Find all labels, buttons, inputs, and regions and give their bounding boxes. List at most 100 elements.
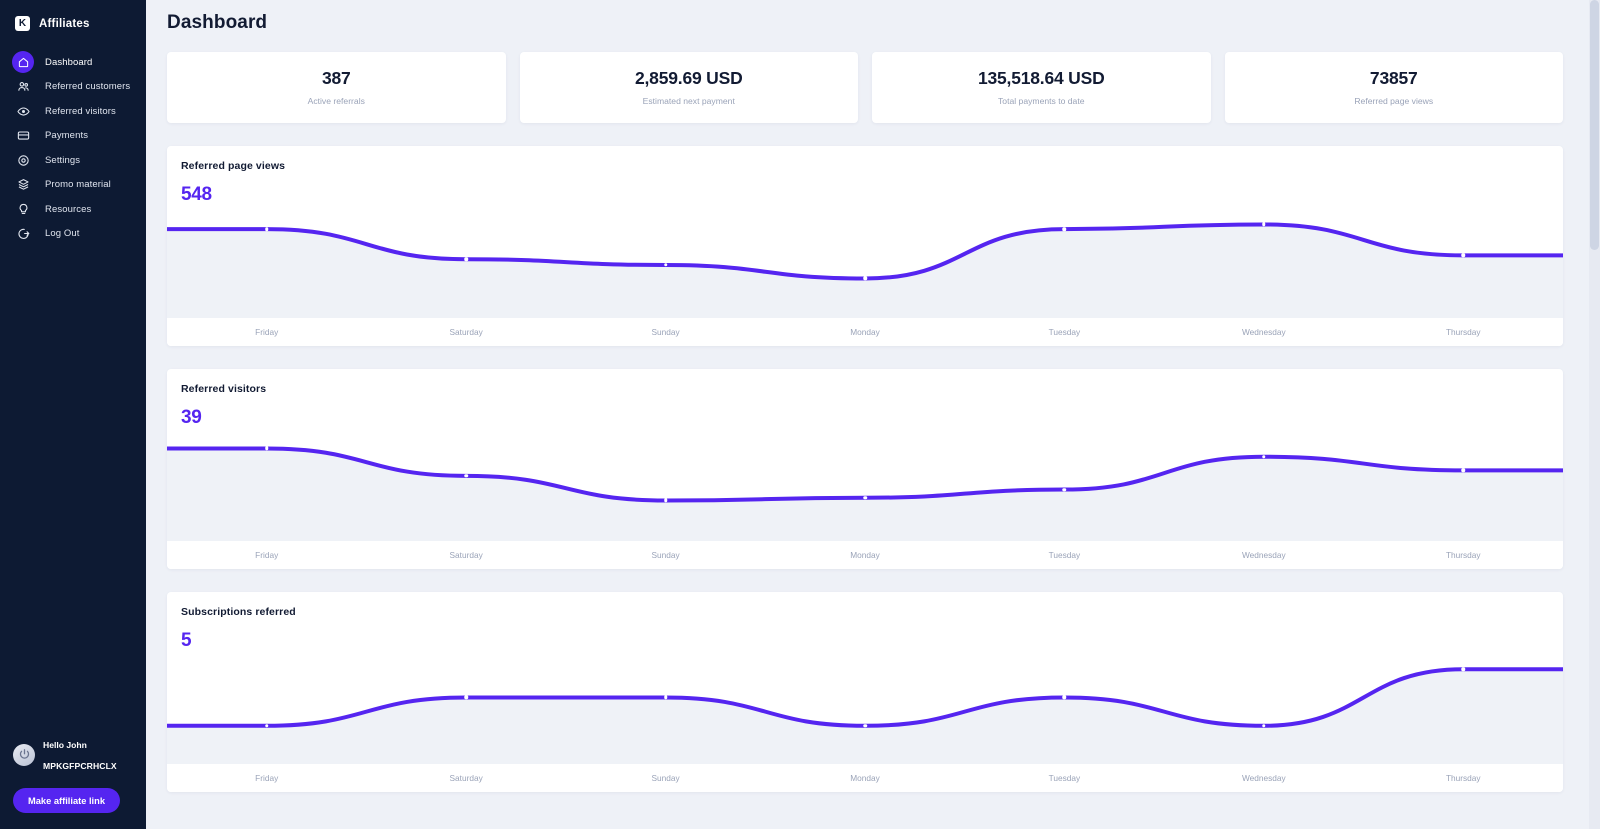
chart-data-point[interactable] [264,446,269,451]
lightbulb-icon [12,198,34,220]
chart-header: Referred page views 548 [167,146,285,206]
chart-data-point[interactable] [1262,454,1266,459]
chart-data-point[interactable] [1461,253,1466,258]
x-axis-tick-label: Sunday [651,773,680,783]
chart-headline-value: 5 [181,630,192,651]
gear-icon [12,149,34,171]
x-axis-tick-label: Friday [255,773,279,783]
chart-data-point[interactable] [1262,222,1266,227]
stat-value: 135,518.64 USD [977,68,1105,88]
stat-label: Estimated next payment [642,96,735,106]
sidebar-item-label: Referred visitors [45,105,116,117]
x-axis-tick-label: Wednesday [1241,773,1286,783]
sidebar-item-referred-visitors[interactable]: Referred visitors [0,99,146,124]
chart-plot-area[interactable] [167,369,1563,541]
chart-data-point[interactable] [1062,227,1067,231]
chart-data-point[interactable] [663,263,668,267]
x-axis-tick-label: Friday [255,327,279,337]
user-greeting: Hello John [43,740,87,751]
sidebar-item-dashboard[interactable]: Dashboard [0,50,146,75]
sidebar-footer: Hello John MPKGFPCRHCLX Make affiliate l… [0,734,146,829]
stat-label: Active referrals [307,96,365,106]
sidebar-item-payments[interactable]: Payments [0,124,146,149]
user-text: Hello John MPKGFPCRHCLX [43,734,117,775]
chart-data-point[interactable] [464,257,468,261]
chart-plot-area[interactable] [167,146,1563,318]
stat-card-active-referrals: 387 Active referrals [167,52,506,123]
stat-card-total-payments-to-date: 135,518.64 USD Total payments to date [872,52,1211,123]
x-axis-tick-label: Monday [850,327,880,337]
x-axis-tick-label: Thursday [1445,773,1481,783]
chart-data-point[interactable] [264,724,269,728]
make-affiliate-link-button[interactable]: Make affiliate link [13,788,120,813]
sidebar-item-referred-customers[interactable]: Referred customers [0,75,146,100]
x-axis-tick-label: Saturday [449,550,483,560]
sidebar-item-log-out[interactable]: Log Out [0,222,146,247]
chart-data-point[interactable] [464,474,468,478]
chart-plot-area[interactable] [167,592,1563,764]
x-axis-tick-label: Saturday [449,773,483,783]
sidebar-item-settings[interactable]: Settings [0,148,146,173]
home-icon [12,51,34,74]
app-root: K Affiliates Dashboard Referred customer… [0,0,1600,829]
layers-icon [12,174,34,196]
x-axis-tick-label: Monday [850,773,880,783]
chart-card-subscriptions-referred: Subscriptions referred 5 Friday Saturday S… [167,592,1563,792]
x-axis-tick-label: Thursday [1445,550,1481,560]
chart-data-point[interactable] [663,695,668,700]
x-axis-tick-label: Sunday [651,550,680,560]
chart-data-point[interactable] [663,498,668,503]
eye-icon [12,100,34,122]
logout-icon [12,223,34,245]
chart-data-point[interactable] [1262,724,1266,728]
brand-name: Affiliates [39,17,90,30]
user-avatar-icon [13,743,35,766]
chart-data-point[interactable] [264,227,269,231]
chart-data-point[interactable] [1461,468,1466,473]
chart-card-referred-visitors: Referred visitors 39 Friday Saturday Sunda… [167,369,1563,569]
stat-value: 2,859.69 USD [634,68,743,88]
x-axis-tick-label: Wednesday [1241,327,1286,337]
sidebar-item-label: Settings [45,154,81,166]
chart-data-point[interactable] [464,695,468,700]
sidebar-item-label: Promo material [45,179,111,191]
x-axis-tick-label: Wednesday [1241,550,1286,560]
sidebar-item-label: Payments [45,130,89,142]
chart-headline-value: 548 [181,184,212,205]
stat-card-estimated-next-payment: 2,859.69 USD Estimated next payment [519,52,858,123]
page-title: Dashboard [167,12,268,33]
x-axis-tick-label: Tuesday [1048,550,1081,560]
sidebar-item-label: Dashboard [45,56,93,68]
brand[interactable]: K Affiliates [0,0,146,36]
stat-value: 73857 [1369,68,1418,88]
chart-x-axis: Friday Saturday Sunday Monday Tuesday Wednesd… [167,318,1563,346]
chart-data-point[interactable] [863,276,867,281]
x-axis-tick-label: Monday [850,550,880,560]
x-axis-tick-label: Saturday [449,327,483,337]
stat-value: 387 [321,68,351,88]
chart-data-point[interactable] [1461,667,1466,671]
chart-data-point[interactable] [1062,695,1067,700]
chart-header: Referred visitors 39 [167,369,266,429]
chart-x-axis: Friday Saturday Sunday Monday Tuesday Wednesd… [167,764,1563,792]
main-content: Dashboard 387 Active referrals 2,859.69 … [146,0,1600,829]
chart-header: Subscriptions referred 5 [167,592,296,652]
x-axis-tick-label: Tuesday [1048,327,1081,337]
credit-card-icon [12,125,34,147]
vertical-scrollbar[interactable] [1589,0,1600,829]
stats-row: 387 Active referrals 2,859.69 USD Estima… [146,34,1600,123]
chart-area-fill [167,669,1563,764]
stat-label: Referred page views [1354,96,1434,106]
chart-title: Referred visitors [181,383,267,395]
scrollbar-thumb[interactable] [1590,0,1599,250]
chart-data-point[interactable] [863,496,867,500]
chart-x-axis: Friday Saturday Sunday Monday Tuesday Wednesd… [167,541,1563,569]
sidebar-item-promo-material[interactable]: Promo material [0,173,146,198]
stat-card-referred-page-views: 73857 Referred page views [1224,52,1563,123]
user-profile[interactable]: Hello John MPKGFPCRHCLX [0,734,146,788]
sidebar-item-resources[interactable]: Resources [0,197,146,222]
chart-data-point[interactable] [863,724,867,728]
sidebar-item-label: Log Out [45,228,80,240]
stat-label: Total payments to date [998,96,1085,106]
chart-data-point[interactable] [1062,487,1067,492]
